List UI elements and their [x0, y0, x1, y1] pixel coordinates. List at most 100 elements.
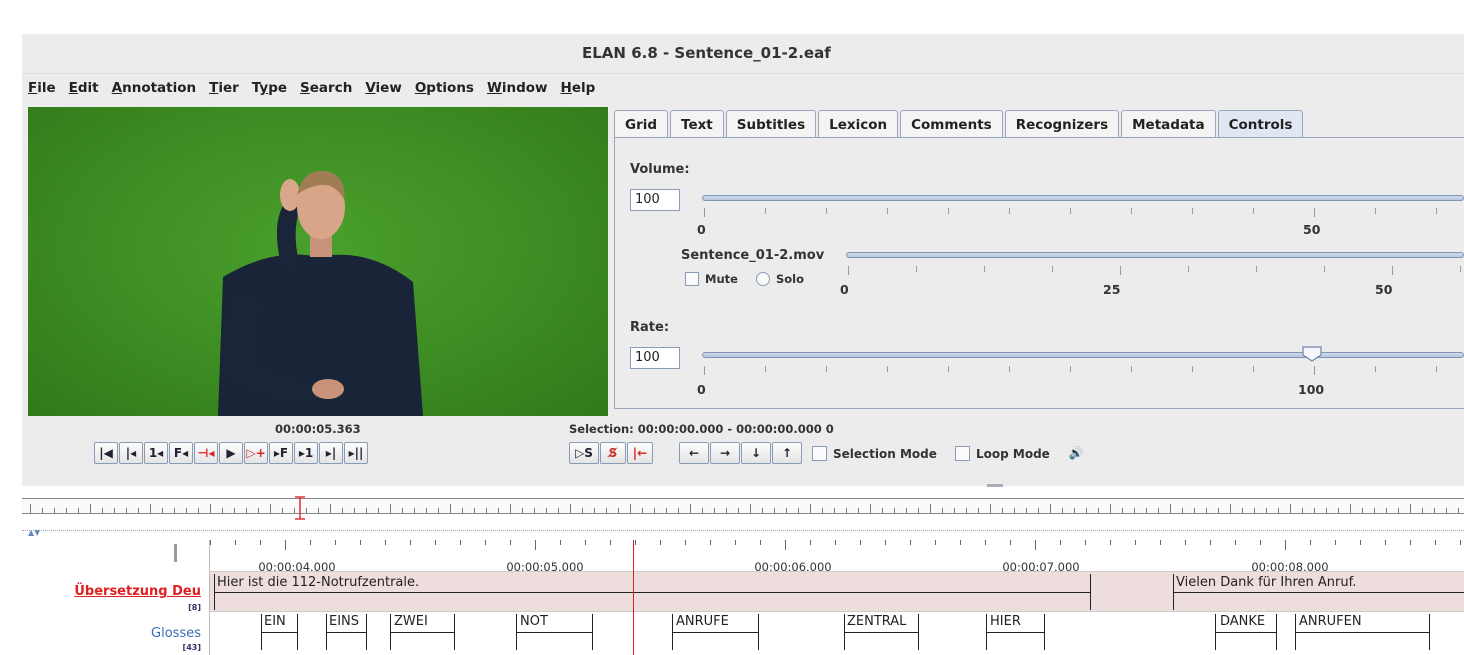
resize-grip[interactable]	[174, 544, 177, 562]
gloss-danke[interactable]: DANKE	[1220, 614, 1265, 629]
left-arrow-button[interactable]: ←	[679, 442, 709, 464]
time-ruler-tick	[960, 540, 961, 545]
overview-tick	[282, 508, 283, 513]
gloss-span-line	[261, 632, 297, 633]
tab-text[interactable]: Text	[670, 110, 724, 138]
tab-metadata[interactable]: Metadata	[1121, 110, 1216, 138]
slider-tick	[1052, 266, 1053, 272]
gloss-zentral[interactable]: ZENTRAL	[847, 614, 906, 629]
down-arrow-button[interactable]: ↓	[741, 442, 771, 464]
selection-mode-checkbox[interactable]: Selection Mode	[812, 446, 937, 461]
menu-window[interactable]: Window	[487, 80, 548, 96]
tab-recognizers[interactable]: Recognizers	[1004, 110, 1120, 138]
mute-box[interactable]	[685, 272, 699, 286]
gloss-anrufe[interactable]: ANRUFE	[676, 614, 729, 629]
gloss-eins[interactable]: EINS	[329, 614, 359, 629]
menu-annotation[interactable]: Annotation	[112, 80, 196, 96]
time-ruler-tick	[585, 540, 586, 545]
tab-comments[interactable]: Comments	[900, 110, 1003, 138]
playhead-cursor[interactable]	[633, 540, 634, 655]
slider-tick	[1188, 266, 1189, 272]
loop-mode-box[interactable]	[955, 446, 970, 461]
time-ruler-tick	[1285, 540, 1286, 550]
overview-tick	[1074, 508, 1075, 513]
tier-row-glosses[interactable]: EIN EINS ZWEI NOT ANRUFE ZENTRAL HIER DA…	[210, 612, 1464, 655]
arrow-left-icon: ←	[688, 446, 700, 460]
gloss-anrufen[interactable]: ANRUFEN	[1299, 614, 1362, 629]
gloss-hier[interactable]: HIER	[990, 614, 1021, 629]
slider-tick	[887, 366, 888, 372]
previous-second-button[interactable]: 1◂	[144, 442, 168, 464]
selection-mode-box[interactable]	[812, 446, 827, 461]
tab-subtitles[interactable]: Subtitles	[725, 110, 817, 138]
volume-field[interactable]: 100	[630, 189, 680, 211]
tab-lexicon[interactable]: Lexicon	[818, 110, 899, 138]
rate-label: Rate:	[630, 320, 670, 335]
tier-name-glosses[interactable]: Glosses	[151, 626, 201, 641]
previous-frame-button[interactable]: F◂	[169, 442, 193, 464]
overview-tick	[102, 508, 103, 513]
overview-tick	[318, 508, 319, 513]
video-viewer[interactable]	[28, 107, 608, 416]
mute-checkbox[interactable]: Mute	[685, 272, 738, 286]
go-to-end-button[interactable]: ▸||	[344, 442, 368, 464]
next-frame-button[interactable]: ▸F	[269, 442, 293, 464]
next-second-button[interactable]: ▸1	[294, 442, 318, 464]
volume-button[interactable]: 🔊	[1062, 442, 1090, 464]
menu-options[interactable]: Options	[415, 80, 474, 96]
gloss-zwei[interactable]: ZWEI	[394, 614, 428, 629]
menu-view[interactable]: View	[365, 80, 401, 96]
tier-row-uebersetzung[interactable]: Hier ist die 112-Notrufzentrale. Vielen …	[210, 572, 1464, 612]
menu-help[interactable]: Help	[561, 80, 596, 96]
media-volume-slider[interactable]	[846, 252, 1464, 258]
slider-tick	[1192, 208, 1193, 214]
previous-pixel-button[interactable]: ⊣◂	[194, 442, 218, 464]
slider-tick	[1131, 208, 1132, 214]
overview-tick	[1314, 508, 1315, 513]
slider-tick	[916, 266, 917, 272]
gloss-boundary	[1044, 614, 1045, 650]
loop-mode-checkbox[interactable]: Loop Mode	[955, 446, 1050, 461]
menu-search[interactable]: Search	[300, 80, 352, 96]
annotation-translation-2[interactable]: Vielen Dank für Ihren Anruf.	[1176, 575, 1356, 590]
time-ruler[interactable]: 00:00:04.000 00:00:05.000 00:00:06.000 0…	[210, 540, 1464, 574]
rate-field[interactable]: 100	[630, 347, 680, 369]
play-selection-icon: ▷S	[575, 446, 593, 460]
overview-ruler[interactable]	[22, 498, 1464, 514]
tier-name-uebersetzung[interactable]: Übersetzung Deu	[74, 584, 201, 599]
next-pixel-button[interactable]: ▷+	[244, 442, 268, 464]
right-arrow-button[interactable]: →	[710, 442, 740, 464]
slider-tick	[984, 266, 985, 272]
next-scrollview-button[interactable]: ▸|	[319, 442, 343, 464]
overview-tick	[570, 504, 571, 513]
slider-tick	[887, 208, 888, 214]
tab-controls[interactable]: Controls	[1217, 110, 1304, 138]
gloss-not[interactable]: NOT	[520, 614, 548, 629]
overview-tick	[510, 504, 511, 513]
play-pause-button[interactable]: ▶	[219, 442, 243, 464]
play-selection-button[interactable]: ▷S	[569, 442, 599, 464]
selection-boundary-button[interactable]: |←	[627, 442, 653, 464]
clear-selection-button[interactable]: S̸	[600, 442, 626, 464]
menu-tier[interactable]: Tier	[209, 80, 239, 96]
split-handle[interactable]	[987, 484, 1003, 487]
tier-header-panel: Übersetzung Deu [8] Glosses [43]	[22, 540, 210, 655]
menu-edit[interactable]: Edit	[69, 80, 99, 96]
up-arrow-button[interactable]: ↑	[772, 442, 802, 464]
previous-scrollview-button[interactable]: |◂	[119, 442, 143, 464]
solo-radio[interactable]: Solo	[756, 272, 804, 286]
tab-grid[interactable]: Grid	[614, 110, 669, 138]
menu-file[interactable]: File	[28, 80, 56, 96]
gloss-ein[interactable]: EIN	[264, 614, 286, 629]
overview-tick	[66, 508, 67, 513]
solo-radio-circle[interactable]	[756, 272, 770, 286]
volume-slider[interactable]	[702, 195, 1464, 201]
menu-type[interactable]: Type	[252, 80, 287, 96]
go-to-begin-button[interactable]: |◀	[94, 442, 118, 464]
rate-slider-thumb[interactable]	[1302, 346, 1322, 362]
rate-slider[interactable]	[702, 352, 1464, 358]
clear-selection-icon: S̸	[608, 446, 618, 460]
annotation-translation-1[interactable]: Hier ist die 112-Notrufzentrale.	[217, 575, 419, 590]
previous-second-icon: 1◂	[148, 446, 164, 460]
slider-tick	[1070, 208, 1071, 214]
